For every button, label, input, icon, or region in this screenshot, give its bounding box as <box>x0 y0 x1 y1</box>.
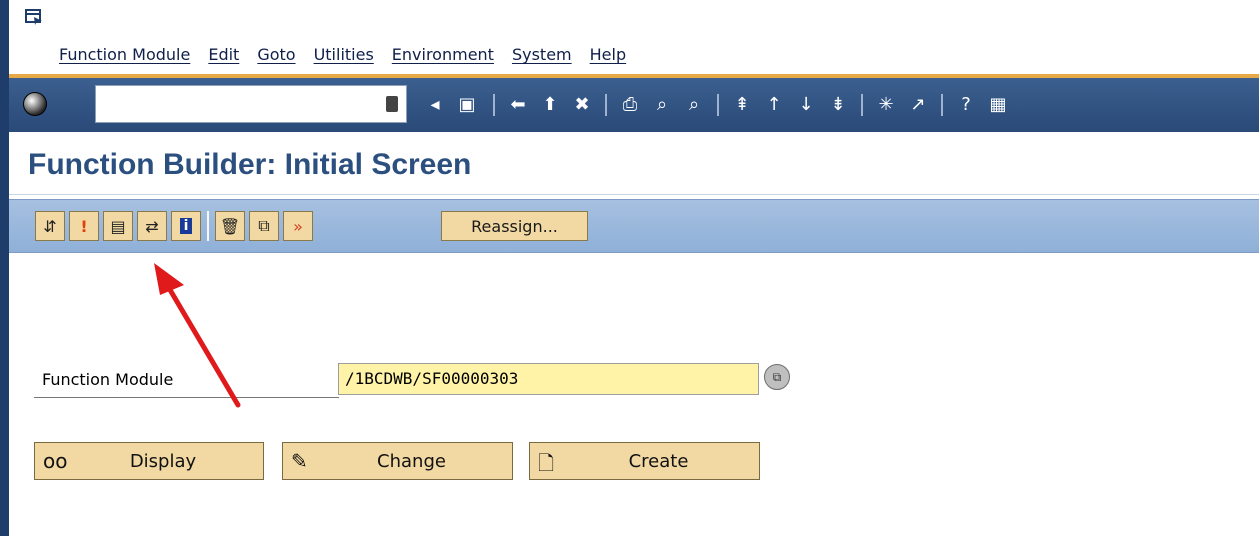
dropdown-icon[interactable] <box>386 96 398 112</box>
shortcut-icon[interactable]: ↗ <box>907 92 929 116</box>
print-icon[interactable]: ⎙ <box>619 92 641 116</box>
find-next-icon[interactable]: ⌕ <box>683 92 705 116</box>
back-icon[interactable]: ⬅ <box>507 92 529 116</box>
menu-help[interactable]: Help <box>590 45 626 64</box>
display-button[interactable]: oo Display <box>34 442 264 480</box>
save-icon[interactable]: ▣ <box>456 92 478 116</box>
toolbar-separator <box>941 94 943 116</box>
display-object-list-icon[interactable]: ▤ <box>103 211 133 241</box>
change-button-label: Change <box>377 451 446 472</box>
window-frame-left <box>0 0 9 536</box>
menu-bar: Function Module Edit Goto Utilities Envi… <box>9 0 1259 74</box>
change-button[interactable]: ✎ Change <box>282 442 513 480</box>
where-used-icon[interactable]: ⇵ <box>35 211 65 241</box>
create-button-label: Create <box>628 451 689 472</box>
help-icon[interactable]: ? <box>955 92 977 116</box>
page-title: Function Builder: Initial Screen <box>28 148 472 181</box>
cancel-icon[interactable]: ✖ <box>571 92 593 116</box>
toolbar-separator <box>861 94 863 116</box>
copy-icon[interactable]: ⧉ <box>249 211 279 241</box>
function-module-input[interactable]: /1BCDWB/SF00000303 <box>338 363 759 395</box>
reassign-button[interactable]: Reassign... <box>441 211 588 241</box>
toolbar-separator <box>717 94 719 116</box>
ok-check-icon[interactable] <box>23 92 47 116</box>
toolbar-separator <box>605 94 607 116</box>
command-field[interactable] <box>95 85 407 123</box>
toolbar-separator <box>207 211 209 241</box>
last-page-icon[interactable]: ⇟ <box>827 92 849 116</box>
find-icon[interactable]: ⌕ <box>651 92 673 116</box>
system-menu-icon[interactable] <box>25 9 43 25</box>
layout-icon[interactable]: ▦ <box>987 92 1009 116</box>
menu-function-module[interactable]: Function Module <box>59 45 190 64</box>
info-icon[interactable]: i <box>171 211 201 241</box>
menu-edit[interactable]: Edit <box>208 45 239 64</box>
value-help-icon[interactable]: ⧉ <box>764 364 790 390</box>
menu-utilities[interactable]: Utilities <box>314 45 374 64</box>
menu-goto[interactable]: Goto <box>257 45 295 64</box>
first-page-icon[interactable]: ⇞ <box>731 92 753 116</box>
display-button-label: Display <box>129 451 197 472</box>
previous-page-icon[interactable]: ↑ <box>763 92 785 116</box>
create-button[interactable]: 🗋 Create <box>529 442 760 480</box>
navigation-icon[interactable]: ⇄ <box>137 211 167 241</box>
annotation-arrow-icon <box>154 263 241 408</box>
new-session-icon[interactable]: ✳ <box>875 92 897 116</box>
rename-icon[interactable]: » <box>283 211 313 241</box>
back-arrow-icon[interactable]: ◂ <box>424 92 446 116</box>
delete-icon[interactable]: 🗑 <box>215 211 245 241</box>
menu-environment[interactable]: Environment <box>392 45 494 64</box>
toolbar-separator <box>493 94 495 116</box>
exit-icon[interactable]: ⬆ <box>539 92 561 116</box>
application-toolbar: ⇵ ! ▤ ⇄ i 🗑 ⧉ » Reassign... <box>9 199 1259 253</box>
next-page-icon[interactable]: ↓ <box>795 92 817 116</box>
menu-system[interactable]: System <box>512 45 572 64</box>
test-icon[interactable]: ! <box>69 211 99 241</box>
standard-toolbar: ◂ ▣ ⬅ ⬆ ✖ ⎙ ⌕ ⌕ ⇞ ↑ ↓ ⇟ ✳ ↗ ? ▦ <box>9 78 1259 132</box>
